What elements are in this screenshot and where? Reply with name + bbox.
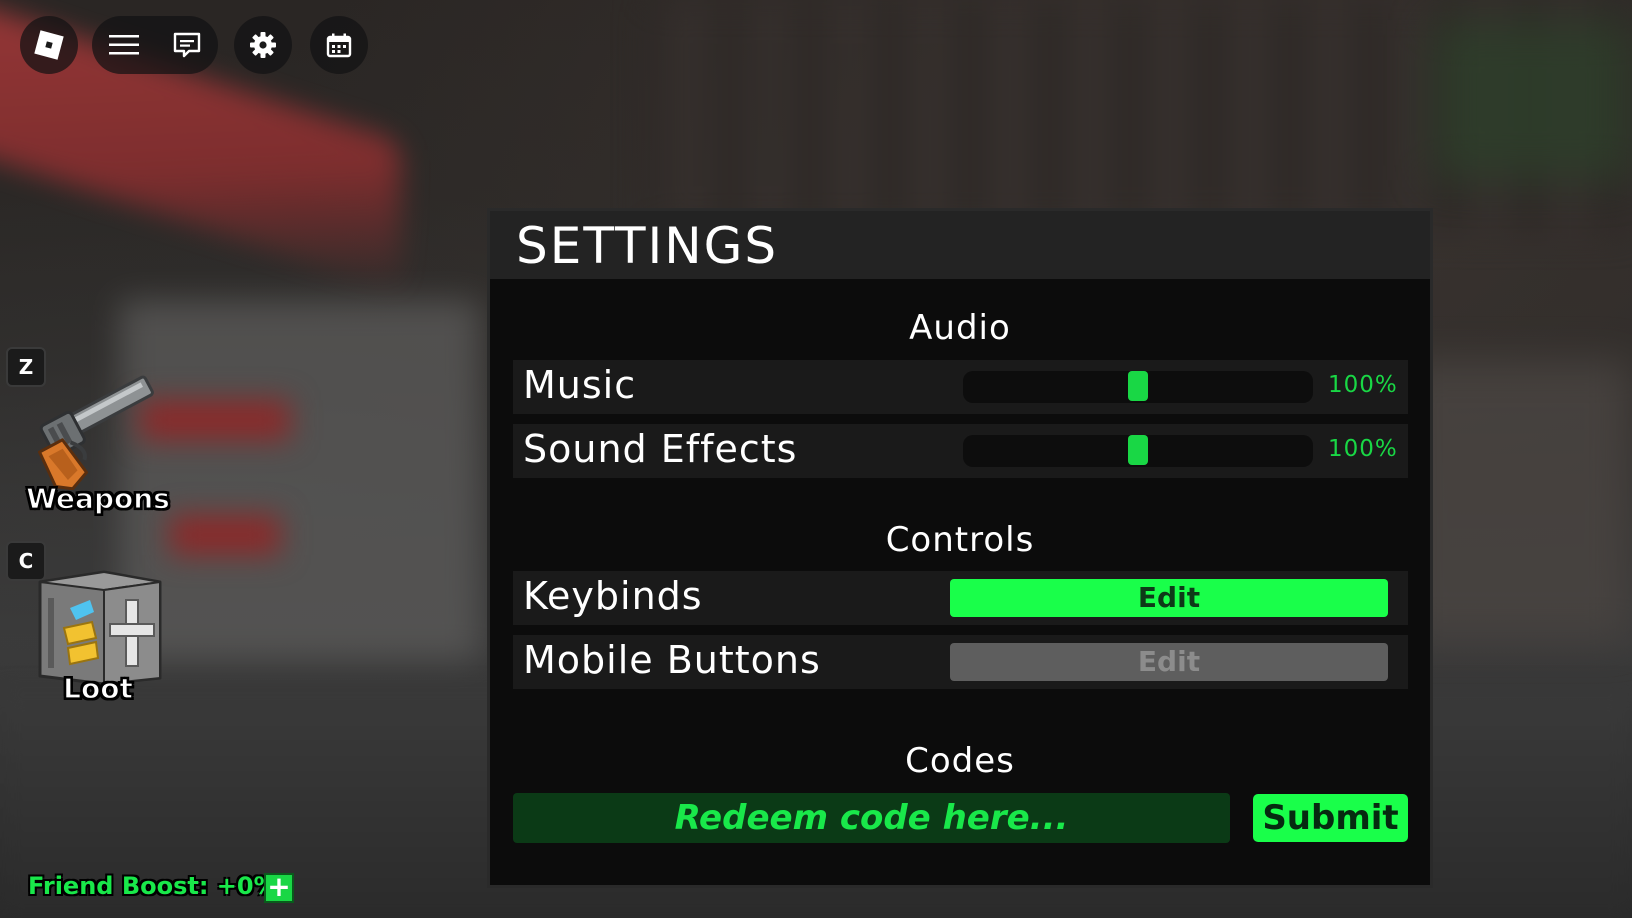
keybinds-edit-button[interactable]: Edit [950,579,1388,617]
chat-icon [173,32,200,58]
friend-boost-add-button[interactable]: + [264,873,294,903]
settings-button[interactable] [234,16,292,74]
weapons-slot[interactable] [28,370,168,494]
music-slider-handle[interactable] [1128,371,1148,401]
friend-boost-label: Friend Boost: +0% [28,872,278,900]
calendar-button[interactable] [310,16,368,74]
music-volume-value: 100% [1328,372,1398,398]
menu-chat-group [92,16,218,74]
background-foliage [1432,20,1632,180]
keybinds-row: Keybinds Edit [513,571,1408,625]
roblox-logo-icon [34,30,64,60]
sound-effects-row: Sound Effects 100% [513,424,1408,478]
safe-icon [38,570,162,686]
keybinds-label: Keybinds [523,574,703,618]
sound-effects-volume-value: 100% [1328,436,1398,462]
audio-section-title: Audio [909,308,1011,348]
sound-effects-slider-handle[interactable] [1128,435,1148,465]
weapons-label: Weapons [26,481,171,515]
mobile-buttons-label: Mobile Buttons [523,638,821,682]
settings-panel: SETTINGS Audio Music 100% Sound Effects … [487,208,1433,888]
controls-section-title: Controls [885,520,1035,560]
chat-button[interactable] [155,16,218,74]
music-slider[interactable] [963,371,1313,403]
codes-section-title: Codes [905,741,1015,781]
menu-icon [108,35,139,55]
roblox-menu-button[interactable] [20,16,78,74]
sound-effects-slider[interactable] [963,435,1313,467]
game-scene: Z Weapons C Loot Friend Boost: +0% + SET… [0,0,1632,918]
submit-code-button[interactable]: Submit [1253,794,1408,842]
loot-label: Loot [63,671,134,705]
sound-effects-label: Sound Effects [523,427,798,471]
music-label: Music [523,363,637,407]
music-row: Music 100% [513,360,1408,414]
redeem-code-input[interactable] [513,793,1230,843]
background-billboard [120,300,480,660]
settings-title: SETTINGS [516,217,779,275]
menu-button[interactable] [92,16,155,74]
mobile-buttons-edit-button[interactable]: Edit [950,643,1388,681]
revolver-icon [38,375,154,491]
calendar-icon [326,33,352,58]
settings-gear-icon [250,32,276,58]
background-billboard-mark [170,515,280,555]
background-wall [1400,360,1632,640]
settings-header: SETTINGS [490,211,1430,279]
mobile-buttons-row: Mobile Buttons Edit [513,635,1408,689]
